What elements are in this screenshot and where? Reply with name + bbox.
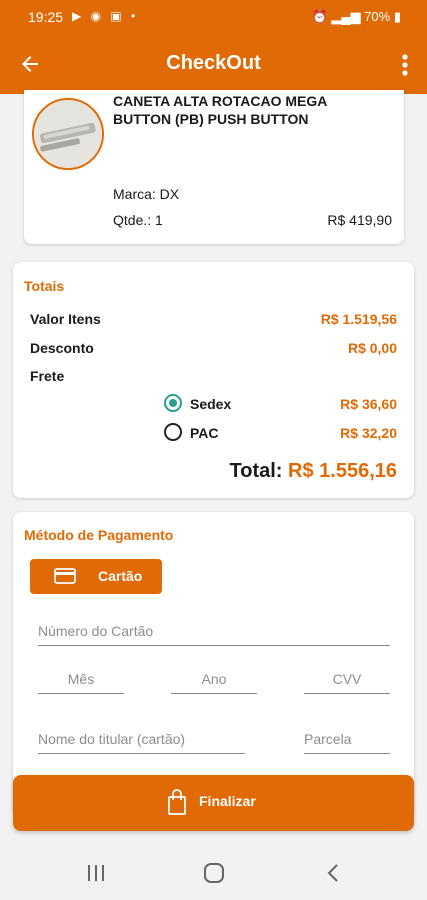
card-method-button[interactable]: Cartão <box>30 559 162 594</box>
totals-title: Totais <box>24 278 65 294</box>
notification-icons: ▶ ◉ ▣ • <box>72 9 139 23</box>
items-label: Valor Itens <box>30 311 101 327</box>
recent-apps-icon[interactable] <box>84 862 108 884</box>
card-number-input[interactable] <box>38 623 390 646</box>
totals-card: Totais Valor Itens R$ 1.519,56 Desconto … <box>13 262 414 498</box>
status-bar: 19:25 ▶ ◉ ▣ • ⏰ ▂▄▆ 70% ▮ <box>0 0 427 36</box>
card-method-label: Cartão <box>98 568 143 584</box>
page-title: CheckOut <box>166 52 261 74</box>
total-line: Total: R$ 1.556,16 <box>230 460 398 483</box>
shipping-label: Frete <box>30 368 65 384</box>
cvv-input[interactable] <box>304 671 390 694</box>
discount-label: Desconto <box>30 340 94 356</box>
pac-label[interactable]: PAC <box>190 425 219 441</box>
sedex-label[interactable]: Sedex <box>190 396 231 412</box>
product-price: R$ 419,90 <box>327 212 392 228</box>
product-quantity: Qtde.: 1 <box>113 212 163 228</box>
system-nav-bar <box>0 846 427 900</box>
battery-level: 70% <box>364 9 391 24</box>
credit-card-icon <box>54 568 76 584</box>
battery-icon: ▮ <box>393 9 401 24</box>
finalize-button[interactable]: Finalizar <box>13 775 414 831</box>
home-icon[interactable] <box>202 862 226 884</box>
payment-card: Método de Pagamento Cartão <box>13 512 414 812</box>
product-brand: Marca: DX <box>113 186 180 202</box>
card-holder-input[interactable] <box>38 731 245 754</box>
product-name: CANETA ALTA ROTACAO MEGA BUTTON (PB) PUS… <box>113 93 327 127</box>
total-value: R$ 1.556,16 <box>288 460 397 482</box>
status-right: ⏰ ▂▄▆ 70% ▮ <box>312 9 401 25</box>
month-input[interactable] <box>38 671 124 694</box>
app-bar: CheckOut <box>0 36 427 94</box>
finalize-label: Finalizar <box>199 793 256 809</box>
year-input[interactable] <box>171 671 257 694</box>
total-label: Total: <box>229 460 283 482</box>
more-options-icon[interactable] <box>401 53 409 77</box>
installment-select[interactable] <box>304 731 390 754</box>
items-value: R$ 1.519,56 <box>320 311 397 327</box>
pac-value: R$ 32,20 <box>340 425 397 441</box>
sedex-value: R$ 36,60 <box>340 396 397 412</box>
status-time: 19:25 <box>28 9 64 25</box>
product-card[interactable]: CANETA ALTA ROTACAO MEGA BUTTON (PB) PUS… <box>24 90 404 244</box>
back-nav-icon[interactable] <box>322 862 346 884</box>
product-image <box>32 98 104 170</box>
sedex-radio[interactable] <box>164 394 182 412</box>
pac-radio[interactable] <box>164 423 182 441</box>
payment-title: Método de Pagamento <box>24 527 174 543</box>
signal-icon: ▂▄▆ <box>331 9 361 24</box>
discount-value: R$ 0,00 <box>347 340 397 356</box>
shopping-bag-icon <box>168 789 186 815</box>
alarm-icon: ⏰ <box>311 9 328 24</box>
